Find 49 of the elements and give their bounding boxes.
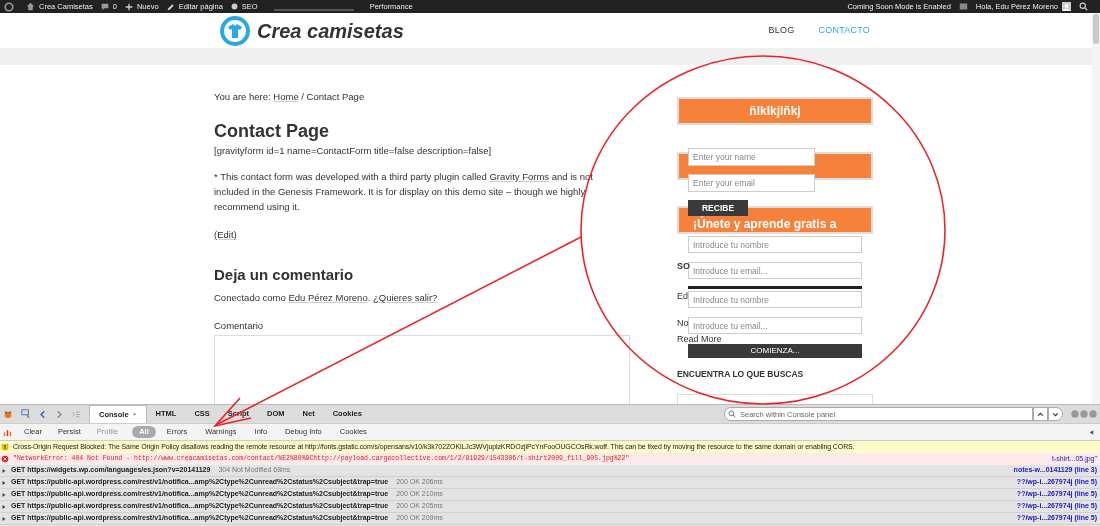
- logout-link[interactable]: ¿Quieres salir?: [372, 292, 438, 304]
- wordpress-icon[interactable]: [4, 1, 14, 12]
- warning-icon[interactable]: [1, 443, 9, 451]
- cut-off-text: SO: [677, 261, 690, 271]
- read-more-link[interactable]: Read More: [677, 334, 722, 344]
- site-logo-text[interactable]: Crea camisetas: [257, 15, 404, 46]
- home-link[interactable]: Home: [273, 91, 299, 102]
- back-icon[interactable]: [39, 409, 47, 419]
- breadcrumb-text: You are here: Home / Contact Page: [214, 91, 366, 103]
- chevron-down-icon[interactable]: [1052, 410, 1059, 418]
- caret-icon[interactable]: [131, 412, 137, 417]
- text-input[interactable]: Introduce tu nombre: [688, 236, 862, 253]
- widget-title: ENCUENTRA LO QUE BUSCAS: [677, 369, 804, 379]
- logged-in-text: Conectado como Edu Pérez Moreno. ¿Quieres salir?: [214, 292, 439, 305]
- banner-title: ñlkIkjlñkj: [749, 103, 801, 120]
- page-title: Contact Page: [214, 120, 331, 142]
- collapse-icon[interactable]: [1088, 428, 1095, 436]
- text-input[interactable]: Enter your email: [688, 174, 815, 192]
- start-button[interactable]: COMIENZA...: [688, 344, 862, 358]
- notification-icon[interactable]: [958, 2, 968, 11]
- search-icon[interactable]: [1079, 2, 1088, 11]
- gravity-forms-link[interactable]: Gravity Forms: [489, 171, 550, 182]
- scrollbar-thumb[interactable]: [1093, 14, 1099, 44]
- search-icon: [728, 410, 736, 418]
- error-icon[interactable]: [1, 455, 9, 463]
- dot-icon[interactable]: [230, 3, 238, 10]
- comment-icon[interactable]: [100, 2, 109, 11]
- bug-icon[interactable]: [3, 409, 13, 419]
- user-link[interactable]: Edu Pérez Moreno: [288, 292, 368, 304]
- comment-label: Comentario: [214, 320, 265, 333]
- profiler-icon[interactable]: [3, 427, 12, 437]
- plus-icon[interactable]: [124, 2, 133, 11]
- pencil-icon[interactable]: [166, 2, 175, 11]
- receive-button[interactable]: RECIBE: [688, 200, 748, 216]
- shortcode-text: [gravityform id=1 name=ContactForm title=false description=false]: [214, 145, 493, 157]
- banner-title: ¡Únete y aprende gratis a: [693, 217, 837, 231]
- nav-link[interactable]: BLOG: [768, 23, 795, 38]
- cut-off-text: No: [677, 318, 689, 328]
- text-input[interactable]: Introduce tu nombre: [688, 291, 862, 308]
- text-input[interactable]: Introduce tu email...: [688, 317, 862, 334]
- home-icon[interactable]: [26, 2, 35, 11]
- next-button[interactable]: [1048, 407, 1063, 421]
- cut-off-text: Ed: [677, 291, 688, 301]
- inspect-icon[interactable]: [21, 409, 31, 419]
- text-input[interactable]: Enter your name: [688, 148, 815, 166]
- section-title: Deja un comentario: [214, 266, 355, 285]
- chevron-up-icon[interactable]: [1037, 410, 1044, 418]
- edit-link[interactable]: (Edit): [214, 228, 237, 243]
- previous-button[interactable]: [1033, 407, 1048, 421]
